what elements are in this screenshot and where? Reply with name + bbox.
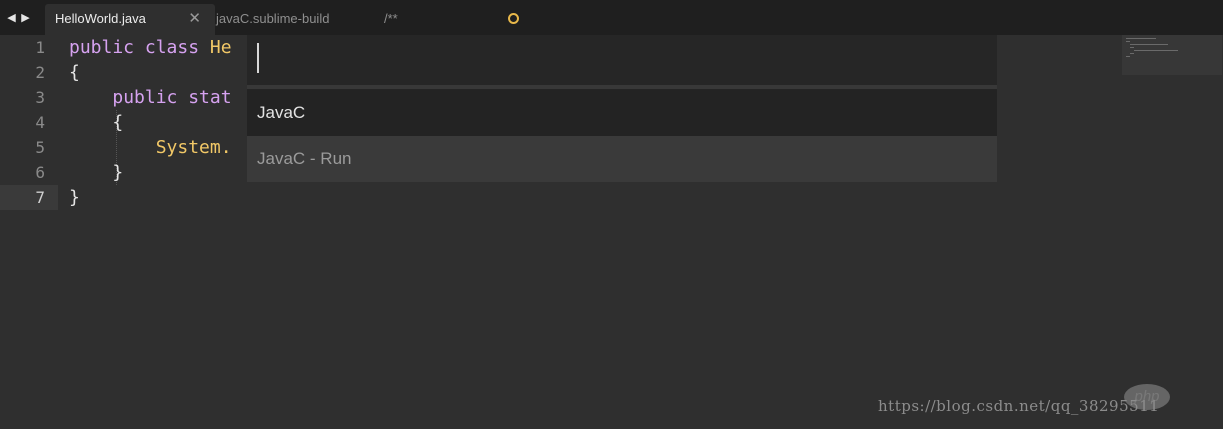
line-number: 1 <box>35 38 45 57</box>
code-line-4: { <box>69 112 124 133</box>
code-line-5: System. <box>69 135 232 160</box>
keyword-token: public class <box>69 37 210 58</box>
line-number: 3 <box>35 88 45 107</box>
keyword-token: public stat <box>112 87 232 108</box>
minimap[interactable] <box>1122 35 1222 75</box>
palette-item-javac-run[interactable]: JavaC - Run <box>247 136 997 182</box>
minimap-line <box>1126 56 1130 57</box>
code-line-1: public class He <box>69 35 232 60</box>
minimap-line <box>1126 38 1156 39</box>
tab-bar: ◀ ▶ HelloWorld.java ✕ javaC.sublime-buil… <box>0 0 1223 35</box>
arrow-right-icon[interactable]: ▶ <box>20 9 31 27</box>
tab-helloworld-java[interactable]: HelloWorld.java ✕ <box>45 4 215 35</box>
line-number: 2 <box>35 63 45 82</box>
line-number: 5 <box>35 138 45 157</box>
code-line-3: public stat <box>69 85 232 110</box>
minimap-line <box>1130 44 1168 45</box>
watermark-url: https://blog.csdn.net/qq_38295511 <box>878 397 1160 415</box>
minimap-line <box>1130 53 1134 54</box>
code-line-7: } <box>69 187 80 208</box>
palette-item-javac[interactable]: JavaC <box>247 90 997 136</box>
class-name-token: He <box>209 37 232 58</box>
tab-label: HelloWorld.java <box>55 11 146 26</box>
code-line-6: } <box>69 162 124 183</box>
tab-label: /** <box>384 11 398 26</box>
line-number: 4 <box>35 113 45 132</box>
object-token: System. <box>155 137 232 158</box>
minimap-line <box>1130 47 1134 48</box>
minimap-line <box>1134 50 1178 51</box>
tab-label: javaC.sublime-build <box>216 11 330 26</box>
line-number-gutter: 1 2 3 4 5 6 7 <box>0 35 58 210</box>
code-lines: public class He { public stat { System. … <box>69 35 232 210</box>
command-palette: JavaC JavaC - Run <box>247 35 997 182</box>
text-caret <box>257 43 259 73</box>
tab-nav-arrows: ◀ ▶ <box>6 9 31 27</box>
tab-untitled[interactable]: /** <box>374 4 534 35</box>
code-line-2: { <box>69 62 80 83</box>
close-icon[interactable]: ✕ <box>188 4 201 33</box>
line-number: 6 <box>35 163 45 182</box>
unsaved-dot-icon <box>508 13 519 24</box>
tab-javac-sublime-build[interactable]: javaC.sublime-build <box>206 4 376 35</box>
minimap-line <box>1126 41 1130 42</box>
arrow-left-icon[interactable]: ◀ <box>6 9 17 27</box>
line-number-current: 7 <box>0 185 58 210</box>
command-palette-input[interactable] <box>247 35 997 89</box>
